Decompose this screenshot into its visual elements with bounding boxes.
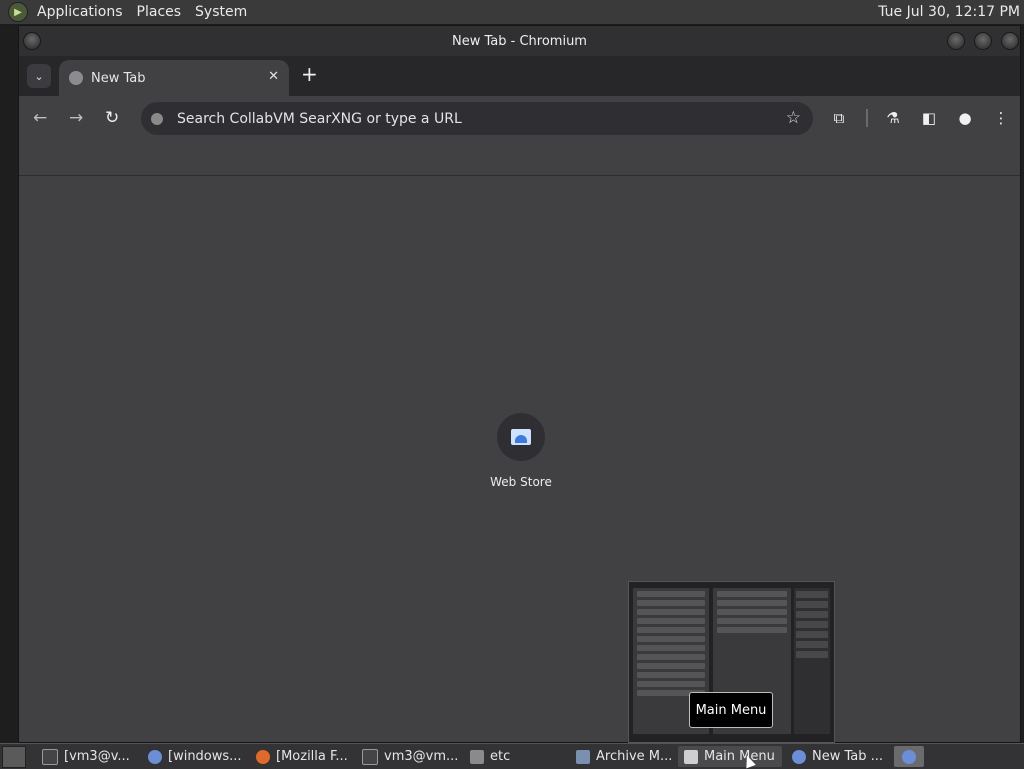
minimize-button[interactable] [947, 32, 965, 50]
task-label: etc [490, 749, 511, 764]
browser-toolbar: ← → ↻ Search CollabVM SearXNG or type a … [19, 96, 1020, 142]
panel-clock[interactable]: Tue Jul 30, 12:17 PM [878, 0, 1020, 24]
web-store-icon [511, 429, 531, 445]
task-chromium-windows[interactable]: [windows... [142, 746, 246, 767]
tab-new-tab[interactable]: New Tab ✕ [59, 60, 289, 96]
task-label: [Mozilla F... [276, 749, 348, 764]
bookmarks-bar [19, 142, 1020, 176]
bookmark-star-icon[interactable]: ☆ [786, 108, 801, 128]
terminal-icon [42, 748, 58, 765]
window-title: New Tab - Chromium [452, 33, 587, 49]
chromium-icon [148, 749, 162, 764]
profile-icon[interactable]: ● [956, 109, 974, 127]
task-firefox[interactable]: [Mozilla F... [250, 746, 354, 767]
taskbar-tooltip: Main Menu [689, 692, 773, 728]
task-label: [vm3@v... [64, 749, 130, 764]
task-label: Archive M... [596, 749, 673, 764]
desktop-edge-left [0, 25, 18, 743]
task-terminal-1[interactable]: [vm3@v... [36, 746, 140, 767]
chromium-icon [902, 749, 916, 764]
task-chromium-new-tab[interactable]: New Tab ... [786, 746, 890, 767]
toolbar-divider [866, 109, 868, 127]
archive-icon [576, 749, 590, 764]
reload-icon[interactable]: ↻ [105, 108, 119, 128]
task-main-menu[interactable]: Main Menu [678, 746, 782, 767]
task-label: vm3@vm... [384, 749, 459, 764]
task-label: Main Menu [704, 749, 775, 764]
browser-window: New Tab - Chromium ⌄ New Tab ✕ + ← → ↻ S… [18, 25, 1021, 743]
chromium-icon [792, 749, 806, 764]
terminal-icon [362, 748, 378, 765]
close-window-button[interactable] [1001, 32, 1019, 50]
back-arrow-icon[interactable]: ← [33, 108, 47, 128]
search-engine-icon [151, 112, 163, 125]
new-tab-page: Web Store [19, 176, 1020, 742]
maximize-button[interactable] [974, 32, 992, 50]
chevron-down-icon: ⌄ [34, 69, 44, 83]
firefox-icon [256, 749, 270, 764]
window-titlebar[interactable]: New Tab - Chromium [19, 26, 1020, 56]
extensions-icon[interactable]: ⧉ [830, 109, 848, 127]
tab-strip: ⌄ New Tab ✕ + [19, 56, 1020, 96]
show-desktop-icon[interactable] [2, 745, 26, 768]
globe-icon [69, 71, 83, 85]
menu-places[interactable]: Places [130, 0, 189, 24]
shortcut-label: Web Store [490, 475, 552, 489]
menu-system[interactable]: System [188, 0, 254, 24]
side-panel-icon[interactable]: ◧ [920, 109, 938, 127]
tab-close-icon[interactable]: ✕ [268, 69, 279, 84]
task-chromium-launcher[interactable] [894, 746, 924, 767]
task-label: [windows... [168, 749, 242, 764]
omnibox-placeholder[interactable]: Search CollabVM SearXNG or type a URL [177, 111, 462, 127]
taskbar: [vm3@v... [windows... [Mozilla F... vm3@… [0, 743, 1024, 769]
tab-title: New Tab [91, 70, 146, 86]
forward-arrow-icon[interactable]: → [69, 108, 83, 128]
shortcut-web-store[interactable]: Web Store [471, 413, 571, 489]
shortcut-tile[interactable] [497, 413, 545, 461]
task-terminal-2[interactable]: vm3@vm... [356, 746, 460, 767]
window-menu-button[interactable] [23, 32, 41, 50]
labs-flask-icon[interactable]: ⚗ [884, 109, 902, 127]
tab-search-button[interactable]: ⌄ [27, 64, 51, 88]
top-panel: ▶ Applications Places System Tue Jul 30,… [0, 0, 1024, 25]
distro-logo-icon[interactable]: ▶ [8, 2, 28, 22]
omnibox[interactable]: Search CollabVM SearXNG or type a URL ☆ [141, 102, 813, 135]
editor-icon [684, 749, 698, 764]
folder-icon [470, 749, 484, 764]
new-tab-button[interactable]: + [301, 62, 318, 86]
menu-applications[interactable]: Applications [30, 0, 130, 24]
task-etc-folder[interactable]: etc [464, 746, 568, 767]
task-archive-manager[interactable]: Archive M... [570, 746, 674, 767]
task-label: New Tab ... [812, 749, 884, 764]
preview-buttons [794, 588, 830, 734]
kebab-menu-icon[interactable]: ⋮ [992, 109, 1010, 127]
